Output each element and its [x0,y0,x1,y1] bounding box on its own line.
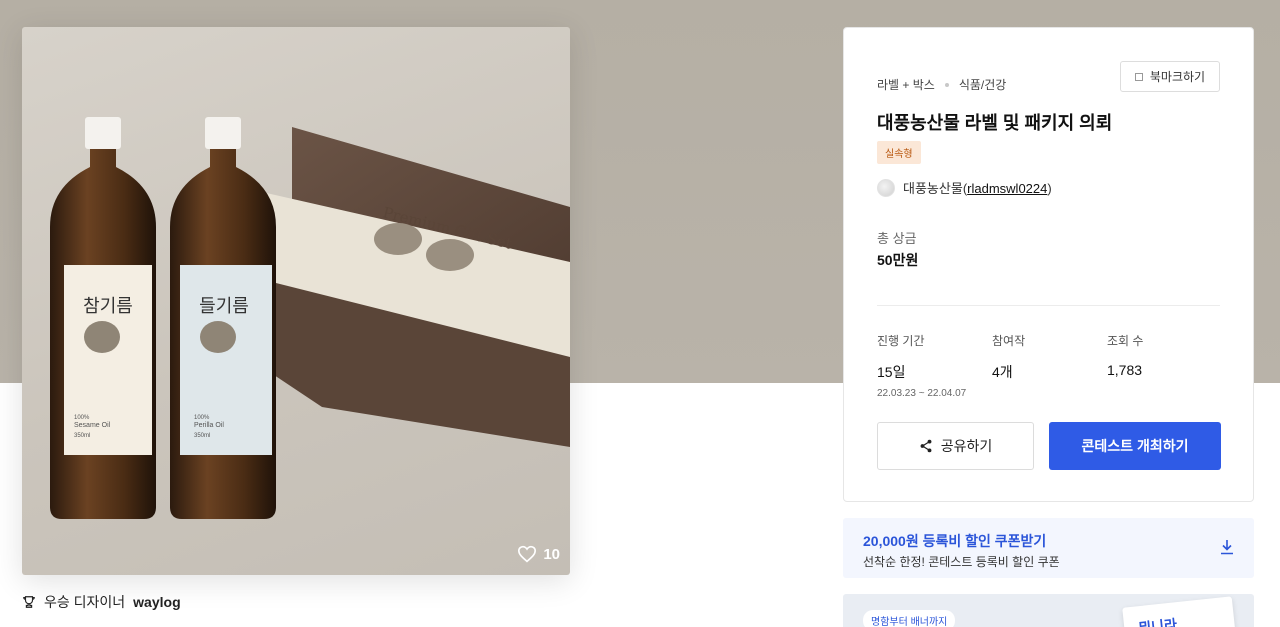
bottle-right-sub: Perilla Oil [194,422,224,429]
subcategory-label[interactable]: 식품/건강 [959,76,1007,93]
bookmark-label: 북마크하기 [1149,70,1206,84]
bottle-sesame: 참기름 100% Sesame Oil 350ml [50,117,156,519]
host-contest-button[interactable]: 콘테스트 개최하기 [1049,422,1221,470]
bottle-right-vol: 350ml [194,433,210,439]
share-icon [920,439,932,453]
contest-title: 대풍농산물 라벨 및 패키지 의뢰 [877,113,1113,133]
host-info: 대풍농산물(rladmswl0224) [877,178,1052,197]
product-image[interactable]: Premium Gift Set 참기름 100% Sesame Oil 350… [22,27,570,575]
banner-pill: 명함부터 배너까지 [863,610,956,627]
contest-info-card: 라벨 + 박스 식품/건강 북마크하기 대풍농산물 라벨 및 패키지 의뢰 실속… [843,27,1254,502]
coupon-subtitle: 선착순 한정! 콘테스트 등록비 할인 쿠폰 [863,555,1060,569]
like-button[interactable]: 10 [517,545,560,563]
plan-badge: 실속형 [877,141,921,164]
host-id-link[interactable]: rladmswl0224 [967,181,1047,196]
host-avatar [877,178,895,197]
divider [877,305,1220,306]
coupon-title: 20,000원 등록비 할인 쿠폰받기 [863,533,1047,549]
trophy-icon [23,596,35,608]
banner-card: 뭐니라 [1122,596,1236,627]
stat-views: 조회 수 1,783 [1107,332,1143,378]
banner-card-text: 뭐니라 [1137,616,1178,627]
product-photo: Premium Gift Set 참기름 100% Sesame Oil 350… [50,117,570,519]
award-prefix: 우승 디자이너 [44,594,126,610]
prize-value: 50만원 [877,252,919,268]
duration-value: 15일 [877,364,906,380]
award-designer-name[interactable]: waylog [133,594,180,610]
stat-duration: 진행 기간 15일 22.03.23 ~ 22.04.07 [877,332,966,399]
category-breadcrumb: 라벨 + 박스 식품/건강 [877,76,1006,93]
prize-label: 총 상금 [877,231,917,246]
download-icon[interactable] [1220,539,1234,555]
category-label[interactable]: 라벨 + 박스 [877,76,935,93]
winner-designer: 우승 디자이너 waylog [22,592,181,612]
views-value: 1,783 [1107,362,1143,378]
bookmark-button[interactable]: 북마크하기 [1120,61,1220,92]
views-label: 조회 수 [1107,334,1144,348]
coupon-banner[interactable]: 20,000원 등록비 할인 쿠폰받기 선착순 한정! 콘테스트 등록비 할인 … [843,518,1254,578]
host-name: 대풍농산물 [903,181,963,196]
participants-label: 참여작 [992,334,1026,348]
stat-participants: 참여작 4개 [992,332,1025,382]
bottle-left-name: 참기름 [83,296,133,317]
share-button[interactable]: 공유하기 [877,422,1034,470]
like-count: 10 [543,545,560,563]
bottle-left-pct: 100% [74,415,90,421]
separator-dot [944,82,949,87]
duration-range: 22.03.23 ~ 22.04.07 [877,388,967,399]
bottle-left-vol: 350ml [74,433,90,439]
bookmark-icon [1134,72,1143,81]
share-label: 공유하기 [940,438,993,454]
bottle-perilla: 들기름 100% Perilla Oil 350ml [170,117,276,519]
heart-icon [518,545,537,563]
bottle-left-sub: Sesame Oil [74,422,111,429]
participants-value: 4개 [992,364,1013,380]
duration-label: 진행 기간 [877,334,925,348]
bottle-right-pct: 100% [194,415,210,421]
bottle-right-name: 들기름 [199,296,249,317]
promo-banner[interactable]: 명함부터 배너까지 뭐니라 [843,594,1254,627]
